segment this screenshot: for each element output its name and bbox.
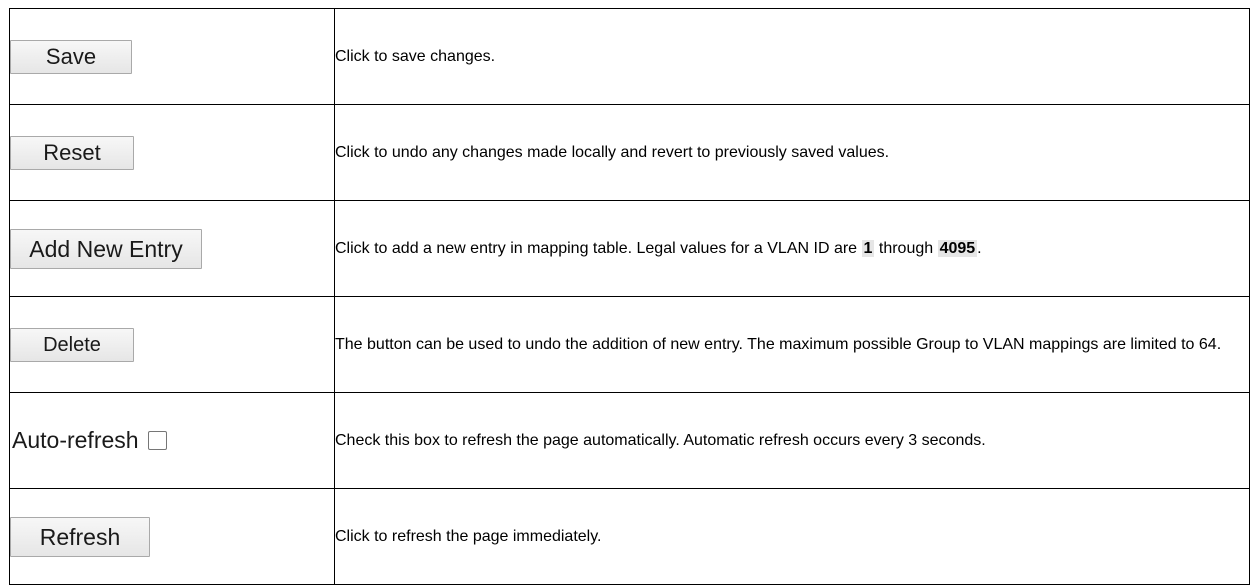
description-cell: The button can be used to undo the addit… [334,296,1250,393]
description-cell: Click to save changes. [334,8,1250,105]
add-entry-description-end: . [977,239,982,257]
vlan-id-min-value: 1 [861,239,875,257]
description-cell: Click to undo any changes made locally a… [334,104,1250,201]
add-new-entry-button[interactable]: Add New Entry [10,228,202,269]
table-row-save: Save Click to save changes. [9,8,1250,105]
refresh-description: Click to refresh the page immediately. [335,527,602,545]
control-cell: Delete [9,296,335,393]
auto-refresh-checkbox[interactable] [147,431,167,450]
control-cell: Auto-refresh [9,392,335,489]
save-description: Click to save changes. [335,47,496,65]
auto-refresh-control[interactable]: Auto-refresh [10,427,167,454]
description-cell: Click to add a new entry in mapping tabl… [334,200,1250,297]
reset-description: Click to undo any changes made locally a… [335,143,890,161]
description-cell: Click to refresh the page immediately. [334,488,1250,585]
auto-refresh-label: Auto-refresh [12,427,139,453]
add-entry-description-through: through [874,239,938,257]
table-row-delete: Delete The button can be used to undo th… [9,296,1250,393]
button-description-table: Save Click to save changes. Reset Click … [9,8,1250,585]
control-cell: Refresh [9,488,335,585]
refresh-button[interactable]: Refresh [10,516,150,557]
vlan-id-max-value: 4095 [937,239,978,257]
delete-description: The button can be used to undo the addit… [335,335,1222,353]
auto-refresh-description: Check this box to refresh the page autom… [335,431,986,449]
description-cell: Check this box to refresh the page autom… [334,392,1250,489]
delete-button[interactable]: Delete [10,327,134,362]
table-row-add-new-entry: Add New Entry Click to add a new entry i… [9,200,1250,297]
save-button[interactable]: Save [10,39,132,74]
table-row-refresh: Refresh Click to refresh the page immedi… [9,488,1250,585]
table-row-reset: Reset Click to undo any changes made loc… [9,104,1250,201]
reset-button[interactable]: Reset [10,135,134,170]
control-cell: Add New Entry [9,200,335,297]
add-entry-description-text: Click to add a new entry in mapping tabl… [335,239,862,257]
table-row-auto-refresh: Auto-refresh Check this box to refresh t… [9,392,1250,489]
control-cell: Save [9,8,335,105]
control-cell: Reset [9,104,335,201]
